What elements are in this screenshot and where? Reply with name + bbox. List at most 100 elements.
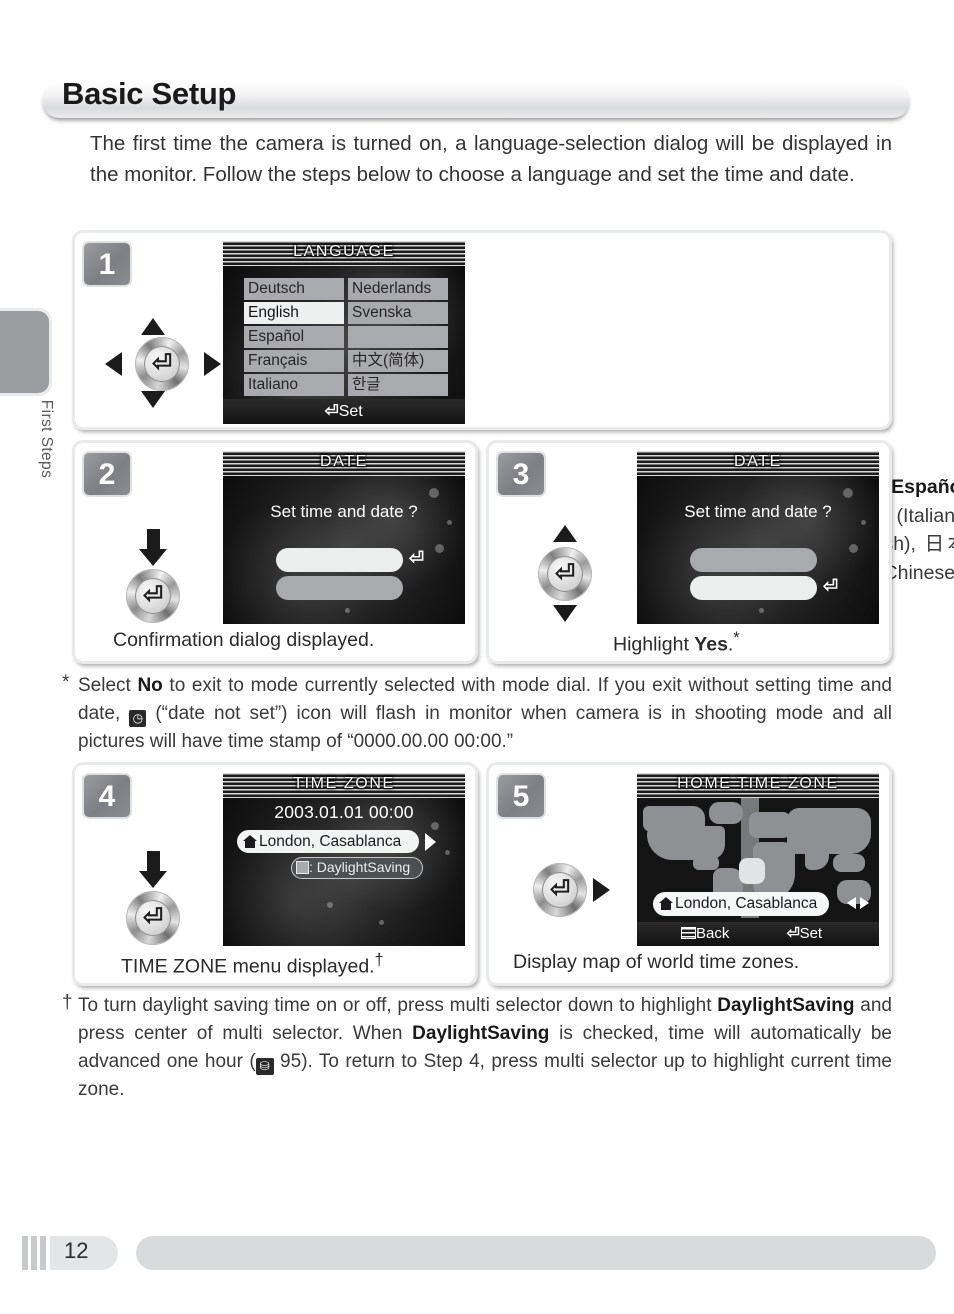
landmass-central-america (693, 856, 719, 870)
return-glyph-icon: ⏎ (786, 925, 800, 942)
step-2-caption: Confirmation dialog displayed. (113, 629, 375, 651)
multi-selector-center-icon: ⏎ (144, 346, 180, 382)
language-option[interactable]: Nederlands (348, 278, 448, 300)
set-label: Set (799, 925, 823, 942)
step-2-panel: 2 ⏎ DATE Set time and date ? ⏎ Confirmat… (72, 440, 478, 664)
arrow-down-icon (141, 391, 165, 408)
landmass-north-america (647, 826, 725, 860)
multi-selector-step5: ⏎ (533, 861, 633, 921)
language-option[interactable]: Italiano (244, 374, 344, 396)
lcd-body: 2003.01.01 00:00 London, Casablanca : Da… (223, 798, 465, 946)
language-option[interactable]: Español (244, 326, 344, 348)
footer-bar (136, 1236, 936, 1270)
lcd-date-confirm-screen: DATE Set time and date ? ⏎ (637, 451, 879, 624)
home-icon (659, 897, 673, 910)
daylight-saving-row[interactable]: : DaylightSaving (291, 857, 423, 879)
menu-icon (681, 927, 696, 939)
step-3-badge: 3 (496, 451, 546, 497)
dialog-question: Set time and date ? (270, 502, 418, 521)
home-icon (243, 835, 257, 848)
lcd-speck (849, 544, 858, 553)
back-control[interactable]: Back (681, 922, 729, 946)
lcd-title-bar: LANGUAGE (223, 241, 465, 266)
lcd-speck (345, 608, 350, 613)
lcd-speck (327, 902, 333, 908)
lcd-title-text: HOME TIME ZONE (677, 775, 839, 792)
arrow-right-icon[interactable] (860, 897, 869, 909)
lcd-title-bar: DATE (223, 451, 465, 476)
footnote-dagger: To turn daylight saving time on or off, … (78, 995, 892, 1100)
arrow-down-icon (553, 605, 577, 622)
step-1-panel: 1 ⏎ LANGUAGE Deutsch Nederlands English … (72, 230, 954, 612)
multi-selector-center-icon: ⏎ (542, 872, 578, 908)
language-option[interactable]: Deutsch (244, 278, 344, 300)
step-3-caption: Highlight Yes.* (613, 629, 740, 656)
arrow-left-icon (105, 352, 122, 376)
lcd-time-zone-screen: TIME ZONE 2003.01.01 00:00 London, Casab… (223, 773, 465, 946)
lcd-speck (431, 822, 439, 830)
arrow-up-icon (553, 525, 577, 542)
lcd-speck (379, 920, 384, 925)
landmass-southeast-asia (833, 854, 865, 872)
return-glyph-icon: ⏎ (324, 403, 340, 420)
multi-selector-step2: ⏎ (121, 521, 201, 625)
time-zone-city[interactable]: London, Casablanca (237, 830, 419, 853)
lcd-speck (843, 488, 853, 498)
step-1-badge: 1 (82, 241, 132, 287)
map-footer-bar: Back ⏎Set (637, 922, 879, 946)
return-glyph-icon: ⏎ (823, 576, 839, 596)
multi-selector-ring: ⏎ (538, 547, 592, 601)
dialog-question: Set time and date ? (684, 502, 832, 521)
dialog-option-yes[interactable] (690, 548, 817, 572)
landmass-greenland (709, 802, 743, 824)
step-4-badge: 4 (82, 773, 132, 819)
home-time-zone-city[interactable]: London, Casablanca (653, 892, 829, 916)
footnote-dagger-mark: † (62, 992, 73, 1013)
multi-selector-ring: ⏎ (533, 863, 587, 917)
footnote-asterisk: Select No to exit to mode currently sele… (78, 675, 893, 752)
multi-selector-center-icon: ⏎ (547, 556, 583, 592)
multi-selector-ring: ⏎ (135, 337, 189, 391)
lcd-language-screen: LANGUAGE Deutsch Nederlands English Sven… (223, 241, 465, 424)
lcd-speck (435, 544, 444, 553)
landmass-india (805, 848, 829, 870)
step-5-caption: Display map of world time zones. (513, 951, 800, 973)
lcd-speck (759, 608, 764, 613)
dialog-option-no[interactable] (276, 576, 403, 600)
press-down-arrow-icon (139, 851, 167, 888)
lcd-title-bar: DATE (637, 451, 879, 476)
lcd-speck (429, 488, 439, 498)
footnote-asterisk-mark: * (62, 672, 70, 693)
lcd-title-text: LANGUAGE (293, 243, 395, 260)
multi-selector-ring: ⏎ (126, 569, 180, 623)
map-left-right-arrows[interactable] (847, 897, 873, 910)
step-5-badge: 5 (496, 773, 546, 819)
page-number: 12 (64, 1238, 89, 1263)
language-option[interactable]: Svenska (348, 302, 448, 324)
lcd-speck (445, 850, 450, 855)
press-down-arrow-icon (139, 529, 167, 566)
language-option-selected[interactable]: English (244, 302, 344, 324)
home-time-zone-city-label: London, Casablanca (675, 895, 818, 912)
dialog-option-no[interactable] (690, 576, 817, 600)
step-5-panel: 5 ⏎ HOME TIME ZONE London, Casablanca Ba… (486, 762, 892, 986)
daylight-saving-label: : DaylightSaving (309, 859, 411, 875)
language-option[interactable]: 한글 (348, 374, 448, 396)
lcd-title-bar: HOME TIME ZONE (637, 773, 879, 798)
time-zone-city-label: London, Casablanca (259, 833, 402, 850)
page-title: Basic Setup (62, 76, 237, 111)
arrow-left-icon[interactable] (847, 897, 856, 909)
lcd-body: Deutsch Nederlands English Svenska Españ… (223, 266, 465, 424)
lcd-body: Set time and date ? ⏎ (637, 476, 879, 624)
set-control[interactable]: ⏎Set (787, 922, 822, 946)
multi-selector-step3: ⏎ (535, 521, 615, 625)
dialog-option-yes[interactable] (276, 548, 403, 572)
daylight-saving-checkbox[interactable] (296, 861, 309, 874)
language-option[interactable]: 中文(简体) (348, 350, 448, 372)
landmass-asia (787, 808, 871, 854)
language-list[interactable]: Deutsch Nederlands English Svenska Españ… (244, 278, 448, 396)
language-option[interactable]: Français (244, 350, 344, 372)
multi-selector-center-icon: ⏎ (135, 900, 171, 936)
arrow-right-icon[interactable] (425, 833, 436, 851)
step-3-panel: 3 ⏎ DATE Set time and date ? ⏎ Highlight… (486, 440, 892, 664)
